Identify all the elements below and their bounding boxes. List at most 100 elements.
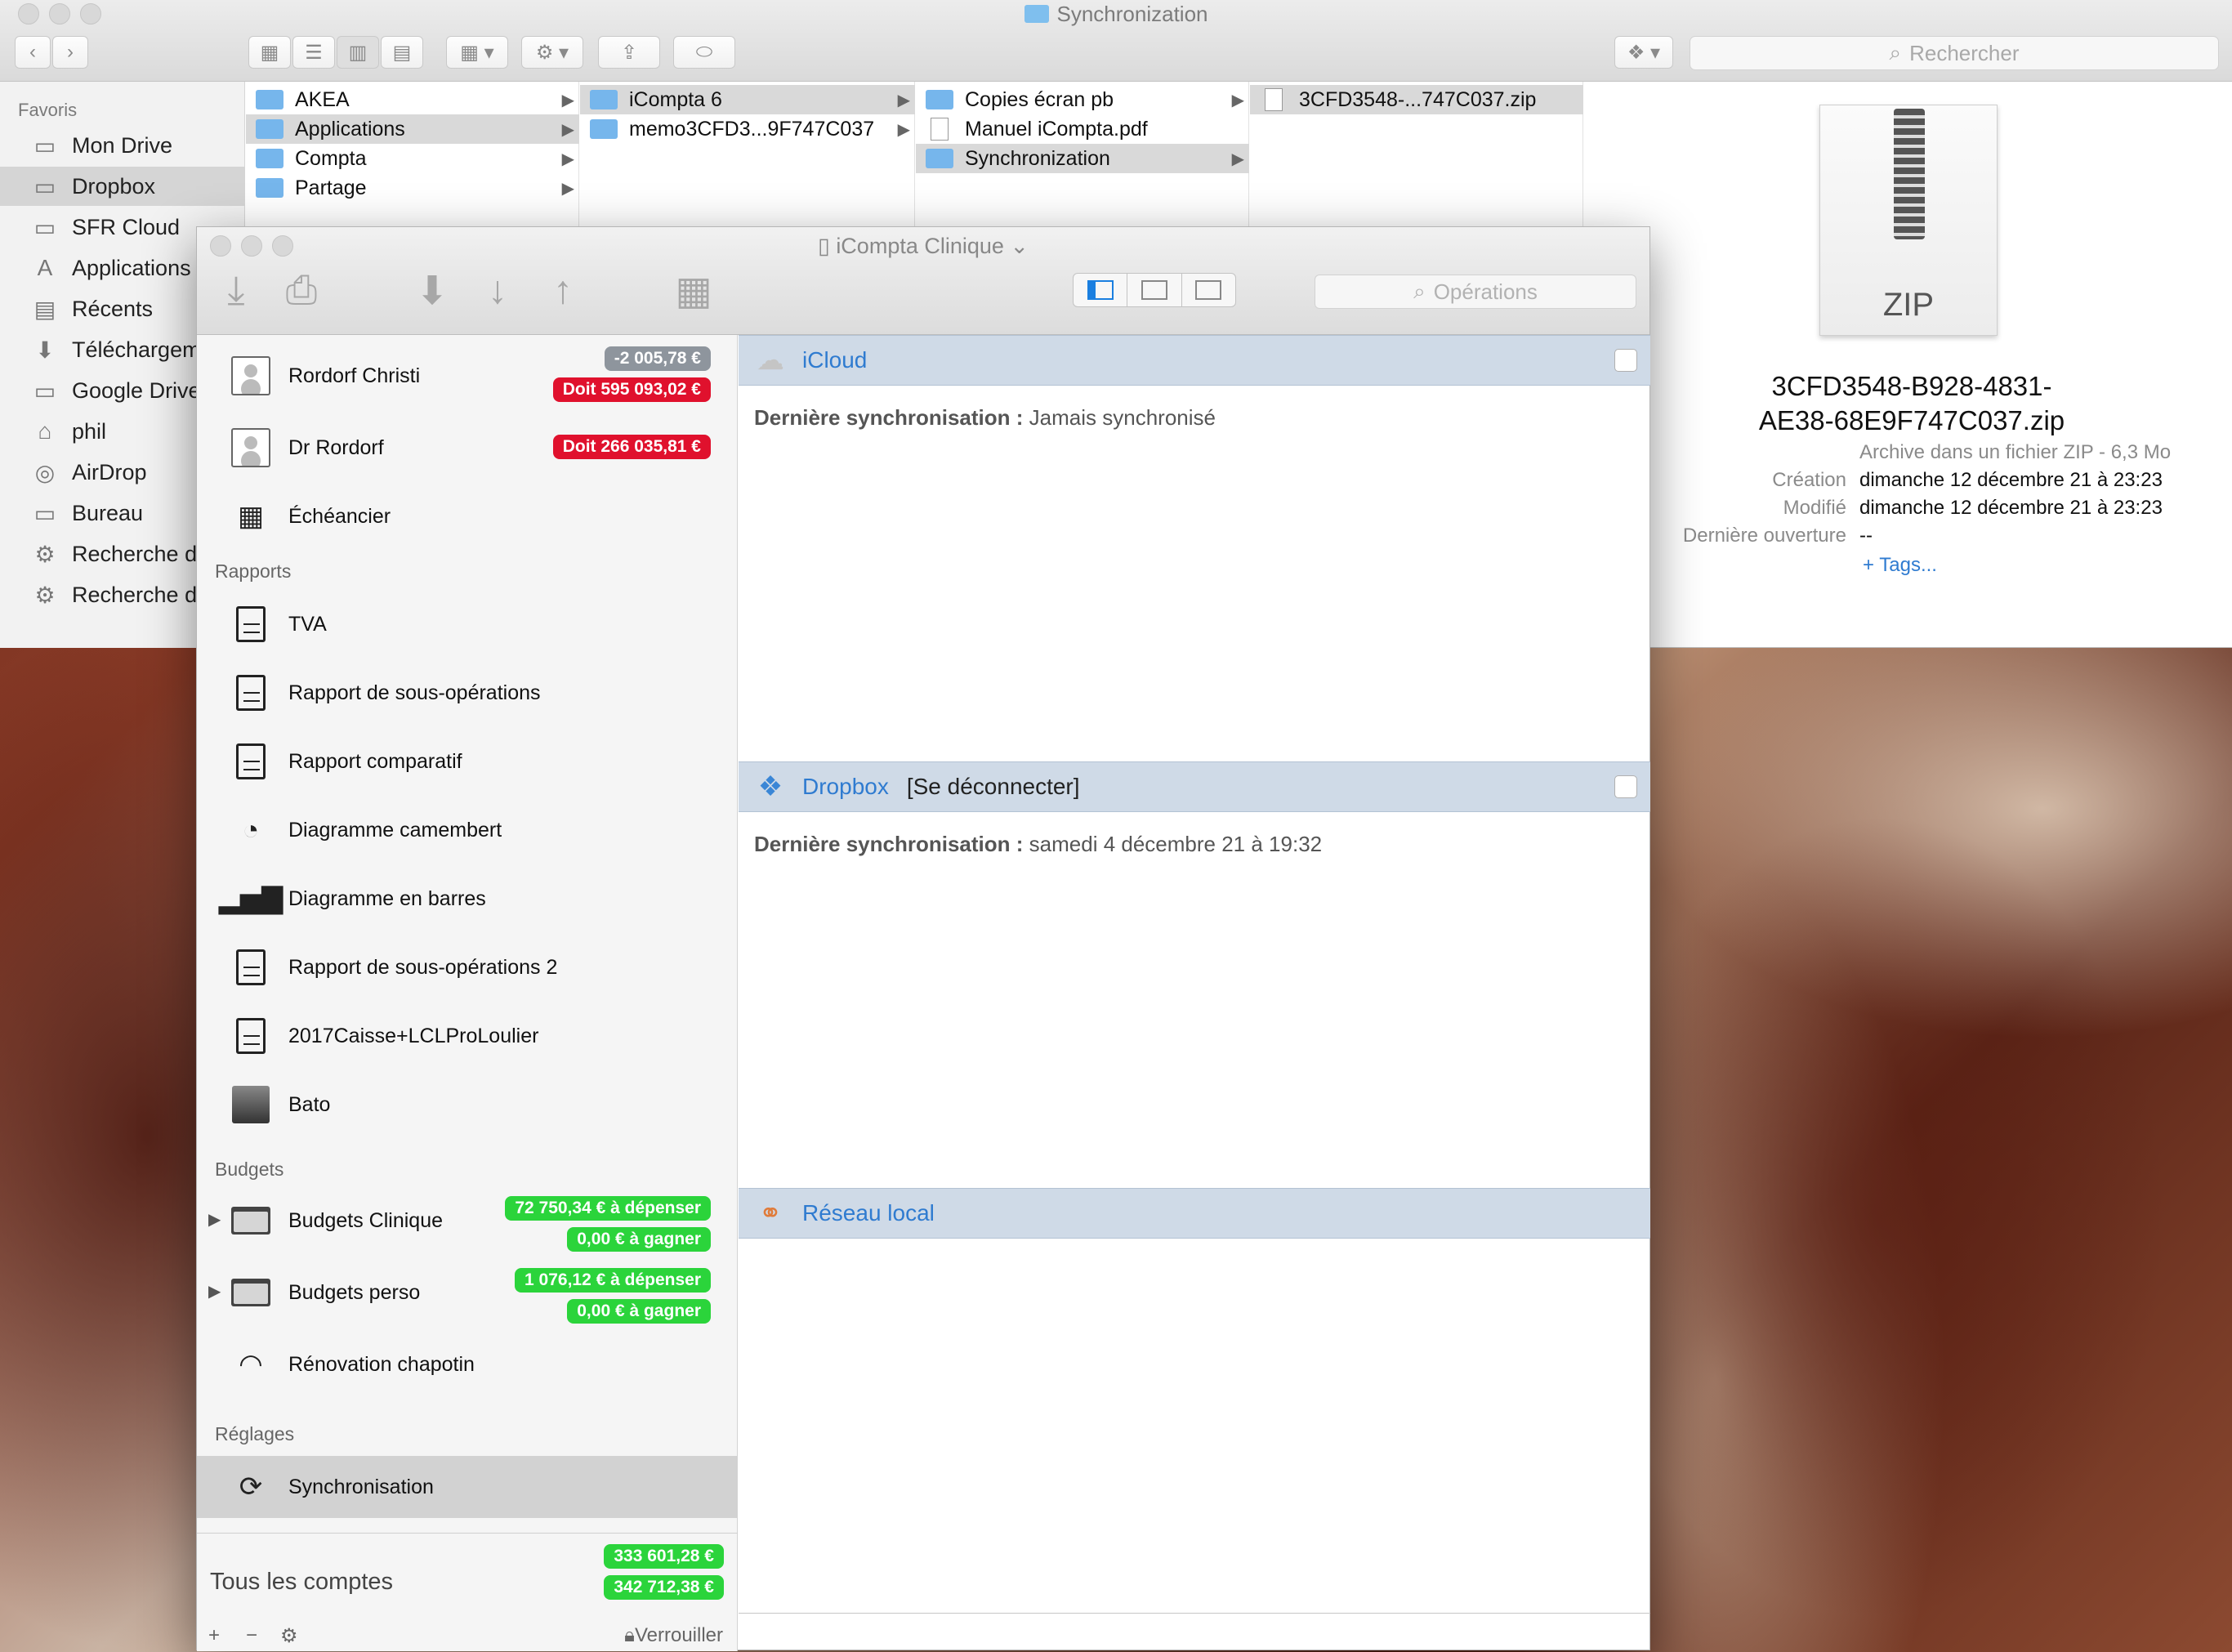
- dropbox-icon: ❖: [757, 771, 783, 802]
- report-tva[interactable]: TVA: [197, 595, 738, 654]
- forward-button[interactable]: ›: [52, 36, 88, 69]
- gallery-icon: ▤: [392, 41, 412, 64]
- sidebar-item-echeancier[interactable]: ▦ Échéancier: [197, 487, 738, 546]
- total-balance-badge-2: 342 712,38 €: [604, 1575, 724, 1600]
- report-sous-operations[interactable]: Rapport de sous-opérations: [197, 663, 738, 722]
- remove-button[interactable]: −: [246, 1624, 257, 1647]
- dropbox-icon: ❖ ▾: [1627, 41, 1661, 64]
- move-up-button[interactable]: ↑: [538, 268, 587, 313]
- column-item-icompta-6[interactable]: iCompta 6 ▶: [580, 85, 915, 114]
- preview-filename-line-2: AE38-68E9F747C037.zip: [1758, 405, 2065, 435]
- view-gallery-button[interactable]: ▤: [381, 36, 423, 69]
- folder-icon: [256, 149, 283, 168]
- folder-icon: [231, 1279, 270, 1306]
- folder-icon: ▭: [33, 377, 56, 404]
- budgets-header: Budgets: [215, 1159, 284, 1180]
- budget-earn-badge: 0,00 € à gagner: [567, 1299, 711, 1324]
- sidebar-item-mon-drive[interactable]: ▭ Mon Drive: [0, 126, 245, 165]
- calculator-button[interactable]: ▦: [669, 268, 718, 314]
- budget-renovation[interactable]: ◠ Rénovation chapotin: [197, 1335, 738, 1394]
- column-item-manuel-pdf[interactable]: Manuel iCompta.pdf: [916, 114, 1249, 144]
- icompta-title[interactable]: ▯ iCompta Clinique ⌄: [197, 234, 1649, 259]
- column-item-applications[interactable]: Applications ▶: [246, 114, 579, 144]
- drive-icon: ▭: [33, 132, 56, 159]
- download-icon: ⬇: [35, 337, 55, 363]
- column-item-compta[interactable]: Compta ▶: [246, 144, 579, 173]
- download-button[interactable]: ⬇: [408, 268, 457, 314]
- total-balance-badge-1: 333 601,28 €: [604, 1544, 724, 1569]
- gear-icon: ⚙: [34, 541, 56, 567]
- import-button[interactable]: ⤓: [212, 268, 261, 314]
- report-camembert[interactable]: ◔ Diagramme camembert: [197, 801, 738, 859]
- debt-badge: Doit 266 035,81 €: [552, 435, 711, 459]
- operations-search-input[interactable]: ⌕ Opérations: [1315, 275, 1636, 309]
- view-list-button[interactable]: ☰: [292, 36, 335, 69]
- last-opened-value: --: [1859, 525, 1873, 547]
- all-accounts-label[interactable]: Tous les comptes: [210, 1569, 393, 1596]
- chevron-right-icon: ▶: [897, 91, 910, 109]
- dropbox-sync-status: Dernière synchronisation : samedi 4 déce…: [754, 832, 1323, 856]
- dropbox-checkbox[interactable]: [1614, 775, 1637, 798]
- icloud-checkbox[interactable]: [1614, 349, 1637, 372]
- pie-chart-icon: ◔: [242, 814, 260, 846]
- disconnect-link[interactable]: [Se déconnecter]: [907, 774, 1080, 800]
- add-button[interactable]: +: [208, 1624, 220, 1647]
- chevron-right-icon: ▶: [561, 150, 574, 168]
- finder-column-4: 3CFD3548-...747C037.zip: [1250, 82, 1583, 229]
- add-tags-link[interactable]: + Tags...: [1863, 554, 1937, 577]
- column-item-copies-ecran[interactable]: Copies écran pb ▶: [916, 85, 1249, 114]
- report-bato[interactable]: Bato: [197, 1075, 738, 1134]
- budget-spend-badge: 1 076,12 € à dépenser: [515, 1268, 711, 1293]
- tags-button[interactable]: ⬭: [673, 36, 735, 69]
- layout-right-button[interactable]: [1182, 274, 1235, 306]
- move-down-button[interactable]: ↓: [473, 268, 522, 313]
- column-item-zip[interactable]: 3CFD3548-...747C037.zip: [1250, 85, 1583, 114]
- layout-bottom-button[interactable]: [1127, 274, 1182, 306]
- print-button[interactable]: ⎙: [277, 268, 326, 314]
- column-item-partage[interactable]: Partage ▶: [246, 173, 579, 203]
- report-icon: [236, 675, 266, 711]
- share-button[interactable]: ⇪: [598, 36, 660, 69]
- desktop-icon: ▭: [33, 500, 56, 526]
- folder-icon: [590, 119, 618, 139]
- back-button[interactable]: ‹: [15, 36, 51, 69]
- cloud-icon: ☁: [757, 345, 784, 376]
- chevron-down-icon: ⌄: [1003, 234, 1029, 258]
- group-button[interactable]: ▦ ▾: [446, 36, 508, 69]
- document-icon: ▯: [817, 234, 837, 258]
- gear-icon[interactable]: ⚙: [280, 1624, 298, 1648]
- folder-icon: [231, 1207, 270, 1235]
- report-2017caisse[interactable]: 2017Caisse+LCLProLoulier: [197, 1007, 738, 1065]
- column-item-akea[interactable]: AKEA ▶: [246, 85, 579, 114]
- printer-icon: ⎙: [285, 269, 318, 312]
- zipper-icon: [1894, 109, 1925, 239]
- finder-search-input[interactable]: ⌕ Rechercher: [1690, 36, 2219, 70]
- view-icons-button[interactable]: ▦: [248, 36, 291, 69]
- icloud-sync-status: Dernière synchronisation : Jamais synchr…: [754, 405, 1216, 430]
- action-button[interactable]: ⚙ ▾: [521, 36, 583, 69]
- view-columns-button[interactable]: ▥: [337, 36, 379, 69]
- list-icon: ☰: [305, 41, 323, 64]
- folder-icon: [926, 90, 953, 109]
- folder-icon: [1024, 5, 1049, 23]
- finder-title: Synchronization: [0, 2, 2232, 27]
- report-comparatif[interactable]: Rapport comparatif: [197, 732, 738, 791]
- report-barres[interactable]: ▂▅▇ Diagramme en barres: [197, 869, 738, 928]
- columns-icon: ▥: [348, 41, 368, 64]
- column-item-synchronization[interactable]: Synchronization ▶: [916, 144, 1249, 173]
- layout-left-button[interactable]: [1074, 274, 1128, 306]
- airdrop-icon: ◎: [34, 459, 56, 485]
- chevron-right-icon: ▶: [561, 91, 574, 109]
- sidebar-item-dropbox[interactable]: ▭ Dropbox: [0, 167, 245, 206]
- account-avatar-icon: [231, 356, 270, 395]
- applications-icon: A: [37, 255, 53, 280]
- lock-button[interactable]: 🔒︎Verrouiller: [624, 1624, 723, 1647]
- favorites-header: Favoris: [18, 100, 78, 120]
- dropbox-menu-button[interactable]: ❖ ▾: [1614, 36, 1673, 69]
- calendar-icon: ▦: [237, 501, 265, 532]
- column-item-memo[interactable]: memo3CFD3...9F747C037 ▶: [580, 114, 915, 144]
- content-bottom-divider: [739, 1613, 1650, 1614]
- sidebar-item-synchronisation[interactable]: ⟳ Synchronisation: [197, 1456, 738, 1518]
- report-sous-operations-2[interactable]: Rapport de sous-opérations 2: [197, 938, 738, 997]
- report-icon: [236, 1018, 266, 1054]
